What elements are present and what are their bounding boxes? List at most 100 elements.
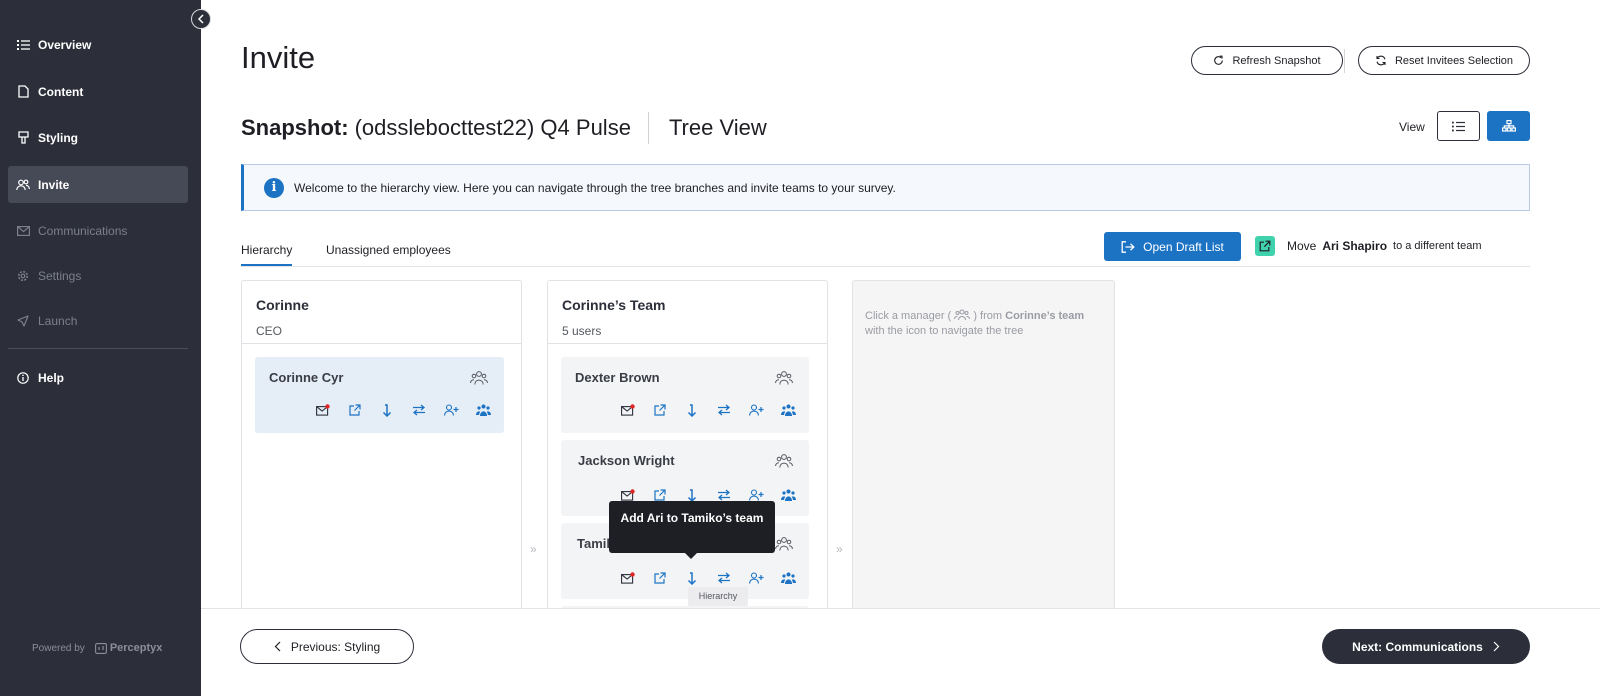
sidebar-item-help[interactable]: Help: [8, 359, 188, 396]
refresh-snapshot-label: Refresh Snapshot: [1232, 54, 1321, 67]
sidebar-item-label: Content: [38, 84, 84, 99]
add-team-icon[interactable]: [772, 401, 804, 419]
hierarchy-column-corinnes-team: Corinne’s Team 5 users Dexter Brown Jack…: [547, 280, 828, 682]
employee-card[interactable]: Corinne Cyr: [255, 357, 504, 433]
info-banner-text: Welcome to the hierarchy view. Here you …: [294, 180, 896, 195]
refresh-snapshot-button[interactable]: Refresh Snapshot: [1191, 46, 1343, 75]
external-link-icon[interactable]: [644, 569, 676, 587]
swap-icon[interactable]: [708, 401, 740, 419]
column-title: Corinne: [256, 297, 309, 313]
page-title: Invite: [241, 40, 316, 75]
tab-unassigned-employees[interactable]: Unassigned employees: [326, 243, 451, 257]
tab-hierarchy[interactable]: Hierarchy: [241, 243, 293, 266]
collapse-sidebar-button[interactable]: [191, 9, 211, 29]
chevron-right-icon: [1493, 641, 1500, 652]
chevron-right-icon: »: [530, 542, 537, 556]
employee-actions: [612, 401, 804, 419]
sidebar-item-content[interactable]: Content: [8, 73, 188, 110]
sidebar-item-overview[interactable]: Overview: [8, 26, 188, 63]
external-link-icon[interactable]: [644, 401, 676, 419]
sidebar-item-label: Settings: [38, 268, 82, 283]
placeholder-text-1: Click a manager (: [865, 310, 952, 322]
swap-icon[interactable]: [403, 401, 435, 419]
column-header: Corinne’s Team 5 users: [548, 281, 827, 344]
open-draft-list-button[interactable]: Open Draft List: [1104, 232, 1241, 261]
column-title: Corinne’s Team: [562, 297, 666, 313]
external-link-icon[interactable]: [339, 401, 371, 419]
chevron-left-icon: [274, 641, 281, 652]
employee-card[interactable]: Dexter Brown: [561, 357, 809, 433]
placeholder-text-3: with the icon to navigate the tree: [865, 325, 1024, 337]
employee-name: Dexter Brown: [575, 370, 660, 385]
gear-icon: [16, 269, 30, 283]
chevron-right-icon: »: [836, 542, 843, 556]
hierarchy-column-corinne: Corinne CEO Corinne Cyr: [241, 280, 522, 620]
mail-alert-icon[interactable]: [612, 569, 644, 587]
employee-name: Corinne Cyr: [269, 370, 344, 385]
arrow-down-icon[interactable]: [676, 401, 708, 419]
sidebar-item-label: Overview: [38, 37, 92, 52]
reset-invitees-button[interactable]: Reset Invitees Selection: [1358, 46, 1530, 75]
team-icon[interactable]: [775, 370, 793, 386]
list-icon: [1452, 121, 1465, 131]
previous-styling-button[interactable]: Previous: Styling: [240, 629, 414, 664]
swap-icon[interactable]: [708, 569, 740, 587]
sidebar-item-label: Styling: [38, 130, 79, 145]
mail-alert-icon[interactable]: [307, 401, 339, 419]
view-name: Tree View: [668, 115, 767, 140]
snapshot-name: (odsslebocttest22) Q4 Pulse: [354, 115, 631, 140]
move-employee-prompt: Move Ari Shapiro to a different team: [1255, 236, 1482, 256]
hierarchy-icon: [1501, 120, 1516, 132]
hierarchy-hint-tooltip: Hierarchy: [688, 587, 748, 606]
sidebar-divider: [8, 348, 188, 349]
sidebar-item-label: Invite: [38, 177, 70, 192]
external-link-icon: [1255, 236, 1275, 256]
tree-view-button[interactable]: [1487, 111, 1530, 141]
employee-actions: [612, 569, 804, 587]
view-label: View: [1399, 120, 1425, 134]
powered-by: Powered by Perceptyx: [32, 642, 162, 654]
snapshot-label: Snapshot:: [241, 115, 349, 140]
snapshot-title: Snapshot: (odsslebocttest22) Q4 Pulse Tr…: [241, 112, 767, 144]
empty-column-placeholder: Click a manager ( ) from Corinne’s team …: [852, 280, 1115, 620]
list-icon: [16, 38, 30, 52]
add-team-icon[interactable]: [772, 569, 804, 587]
next-communications-button[interactable]: Next: Communications: [1322, 629, 1530, 664]
arrow-down-icon[interactable]: [371, 401, 403, 419]
mail-alert-icon[interactable]: [612, 401, 644, 419]
team-icon: [954, 309, 971, 321]
info-icon: [16, 371, 30, 385]
employee-name: Jackson Wright: [578, 453, 675, 468]
sidebar-item-launch[interactable]: Launch: [8, 302, 188, 339]
chart-icon: [94, 642, 107, 654]
brush-icon: [16, 131, 30, 145]
add-user-icon[interactable]: [435, 401, 467, 419]
move-employee-name: Ari Shapiro: [1322, 239, 1388, 253]
sidebar: Overview Content Styling Invite Communic…: [0, 0, 201, 696]
add-user-icon[interactable]: [740, 569, 772, 587]
add-team-icon[interactable]: [467, 401, 499, 419]
sidebar-item-styling[interactable]: Styling: [8, 119, 188, 156]
sign-out-icon: [1121, 240, 1135, 253]
sidebar-item-label: Communications: [38, 223, 128, 238]
team-icon[interactable]: [775, 536, 793, 552]
reset-invitees-label: Reset Invitees Selection: [1394, 54, 1513, 67]
team-icon[interactable]: [470, 370, 488, 386]
add-team-icon[interactable]: [772, 486, 804, 504]
open-draft-list-label: Open Draft List: [1143, 239, 1224, 254]
list-view-button[interactable]: [1437, 111, 1480, 141]
mail-icon: [16, 224, 30, 238]
column-header: Corinne CEO: [242, 281, 521, 344]
rocket-icon: [16, 314, 30, 328]
sidebar-item-label: Help: [38, 370, 65, 385]
sidebar-item-communications[interactable]: Communications: [8, 212, 188, 249]
sync-icon: [1376, 55, 1386, 66]
move-suffix: to a different team: [1393, 240, 1482, 252]
column-subtitle: CEO: [256, 324, 283, 338]
sidebar-item-invite[interactable]: Invite: [8, 166, 188, 203]
action-tooltip: Add Ari to Tamiko’s team: [609, 501, 775, 559]
add-user-icon[interactable]: [740, 401, 772, 419]
team-icon[interactable]: [775, 453, 793, 469]
sidebar-item-settings[interactable]: Settings: [8, 257, 188, 294]
arrow-down-icon[interactable]: [676, 569, 708, 587]
